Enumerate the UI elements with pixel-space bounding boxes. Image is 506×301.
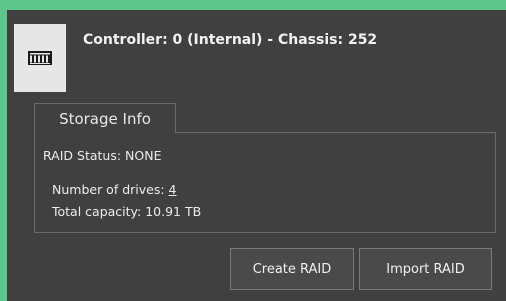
drive-count-row: Number of drives: 4 xyxy=(52,182,177,197)
total-capacity-text: Total capacity: 10.91 TB xyxy=(52,204,202,219)
create-raid-button[interactable]: Create RAID xyxy=(230,248,354,290)
raid-status-text: RAID Status: NONE xyxy=(43,148,162,163)
drive-count-link[interactable]: 4 xyxy=(169,182,177,197)
tab-storage-info[interactable]: Storage Info xyxy=(34,103,176,133)
controller-title: Controller: 0 (Internal) - Chassis: 252 xyxy=(83,32,378,48)
tab-storage-info-label: Storage Info xyxy=(59,109,151,128)
drive-count-label: Number of drives: xyxy=(52,182,169,197)
controller-icon-tile xyxy=(14,24,66,92)
raid-controller-icon xyxy=(28,51,52,65)
import-raid-button[interactable]: Import RAID xyxy=(359,248,492,290)
